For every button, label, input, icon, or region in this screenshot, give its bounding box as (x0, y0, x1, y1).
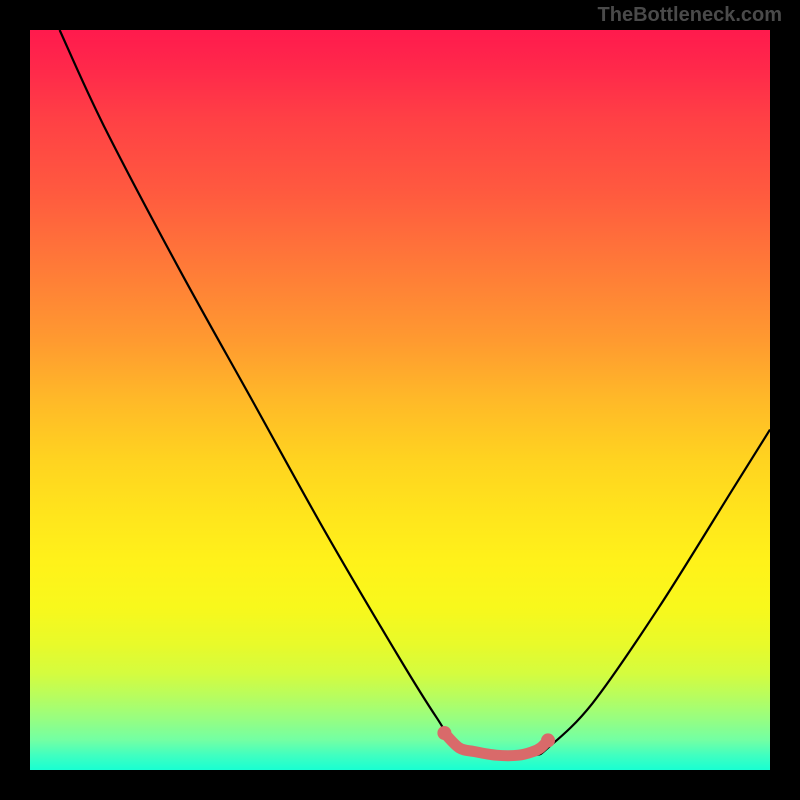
optimal-zone-start-dot (437, 726, 451, 740)
chart-svg (30, 30, 770, 770)
bottleneck-curve (60, 30, 770, 756)
chart-frame: TheBottleneck.com (0, 0, 800, 800)
plot-area (30, 30, 770, 770)
optimal-zone-highlight (444, 733, 548, 756)
optimal-zone-end-dot (541, 733, 555, 747)
watermark-text: TheBottleneck.com (598, 4, 782, 27)
